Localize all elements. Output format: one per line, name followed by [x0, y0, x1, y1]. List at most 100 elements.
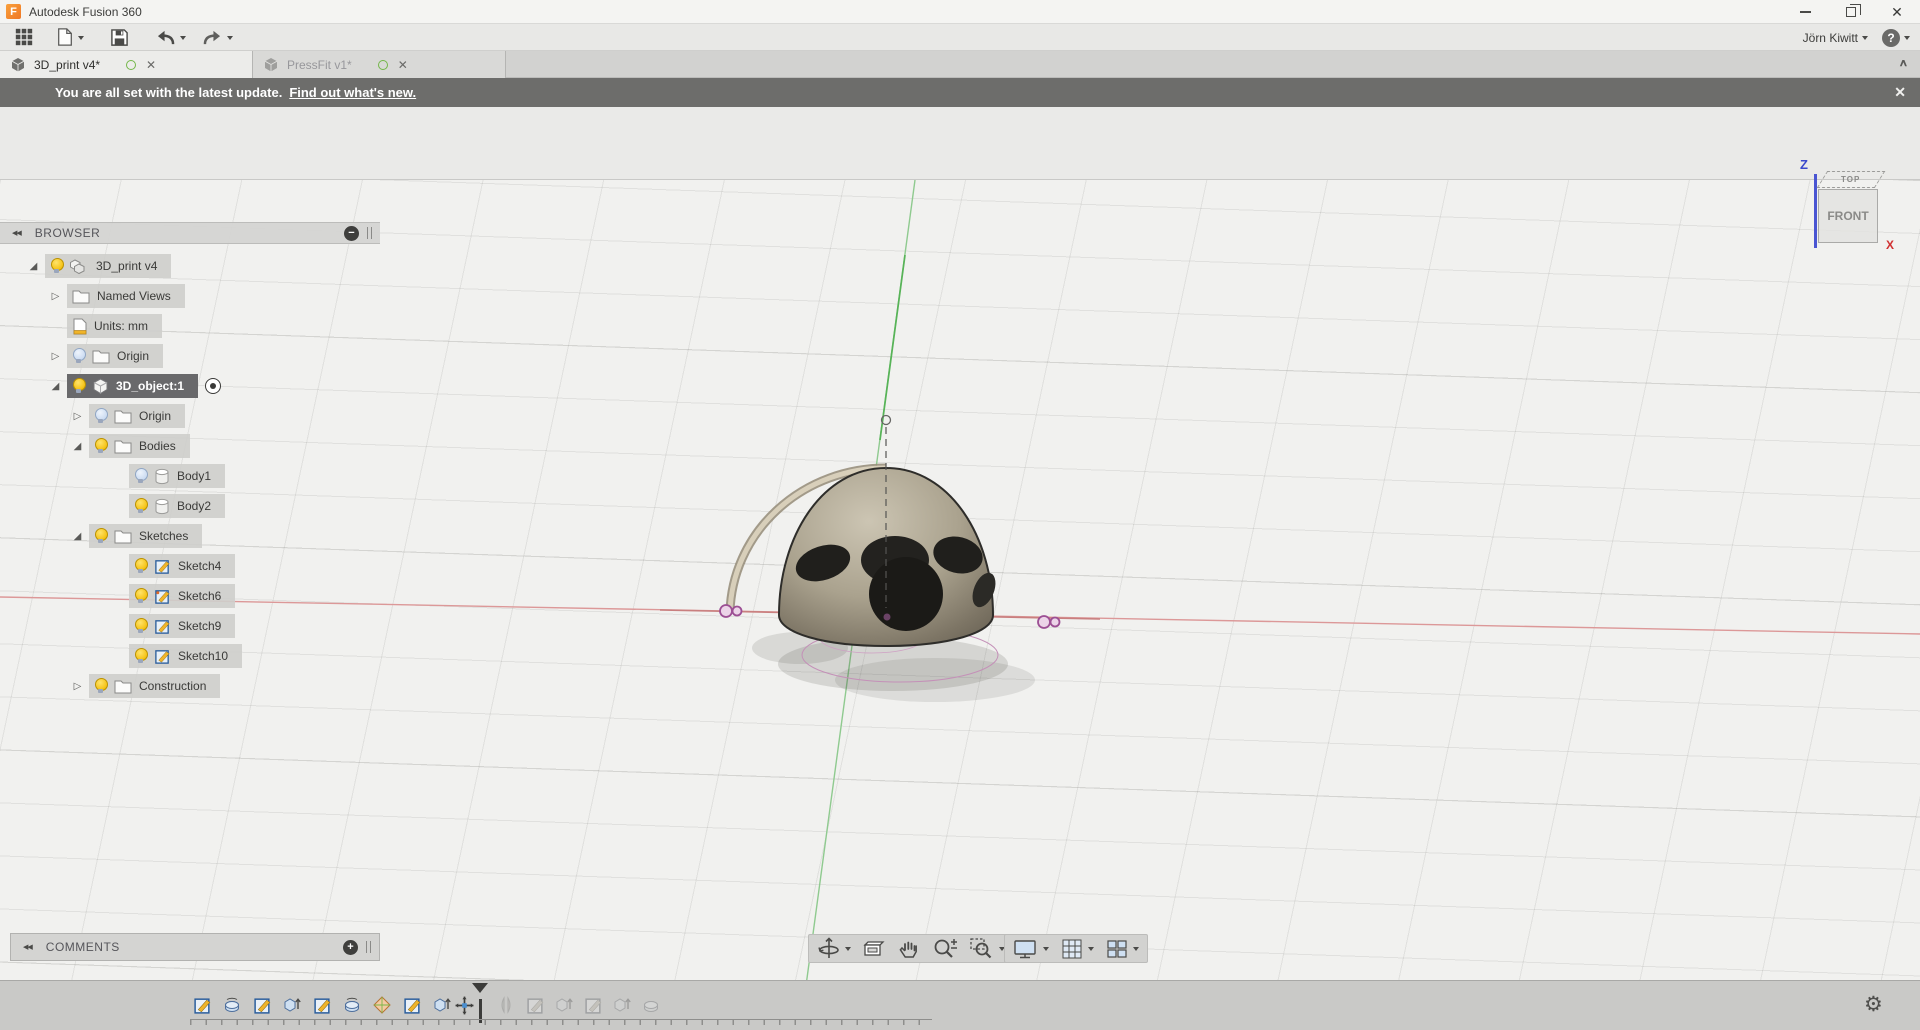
- user-menu[interactable]: Jörn Kiwitt: [1803, 31, 1868, 45]
- timeline-feature-extrude[interactable]: [280, 993, 304, 1017]
- timeline-feature-revolve-suppressed[interactable]: [639, 993, 663, 1017]
- visibility-bulb-icon[interactable]: [134, 648, 148, 664]
- look-at-tool[interactable]: [862, 937, 886, 961]
- settings-gear-icon[interactable]: ⚙: [1864, 992, 1883, 1017]
- browser-minimize-icon[interactable]: −: [344, 225, 359, 241]
- expand-arrow-icon[interactable]: ▷: [48, 291, 63, 302]
- orbit-tool[interactable]: [817, 936, 851, 961]
- tree-row-sketch4[interactable]: Sketch4: [110, 554, 236, 578]
- timeline-feature-sketch[interactable]: [400, 993, 424, 1017]
- timeline-ruler[interactable]: [190, 1019, 932, 1025]
- zoom-tool[interactable]: [932, 937, 958, 961]
- tree-row-body2[interactable]: Body2: [110, 494, 226, 518]
- folder-icon: [114, 410, 132, 423]
- visibility-bulb-icon[interactable]: [134, 618, 148, 634]
- add-comment-icon[interactable]: +: [343, 939, 358, 955]
- visibility-bulb-icon[interactable]: [94, 438, 108, 454]
- tree-row-units[interactable]: Units: mm: [48, 314, 162, 338]
- app-grid-button[interactable]: [14, 27, 34, 47]
- restore-button[interactable]: [1828, 0, 1874, 24]
- timeline-feature-sketch-suppressed[interactable]: [581, 993, 605, 1017]
- minimize-button[interactable]: [1782, 0, 1828, 24]
- zoom-window-tool[interactable]: [969, 937, 1005, 961]
- expand-arrow-icon[interactable]: ▷: [70, 681, 85, 692]
- timeline-feature-extrude-suppressed[interactable]: [610, 993, 634, 1017]
- visibility-bulb-icon[interactable]: [94, 408, 108, 424]
- timeline-feature-patch[interactable]: [370, 993, 394, 1017]
- tree-row-origin-child[interactable]: ▷ Origin: [70, 404, 186, 428]
- undo-button[interactable]: [155, 29, 186, 46]
- viewcube-top-face[interactable]: TOP: [1816, 171, 1886, 188]
- collapse-tabs-chevron-icon[interactable]: ∧: [1898, 57, 1908, 69]
- timeline-feature-sketch-suppressed[interactable]: [523, 993, 547, 1017]
- tab-close-icon[interactable]: ✕: [398, 58, 408, 72]
- user-name: Jörn Kiwitt: [1802, 30, 1858, 45]
- tab-status-icon[interactable]: [126, 59, 137, 70]
- viewcube-front-face[interactable]: FRONT: [1818, 189, 1878, 243]
- expand-arrow-icon[interactable]: ◢: [70, 441, 85, 452]
- collapse-browser-icon[interactable]: ◀◀: [12, 229, 22, 237]
- tab-close-icon[interactable]: ✕: [146, 58, 156, 72]
- visibility-bulb-icon[interactable]: [72, 348, 86, 364]
- timeline-feature-mirror-suppressed[interactable]: [494, 993, 518, 1017]
- notification-close-icon[interactable]: ✕: [1894, 84, 1906, 101]
- file-menu-button[interactable]: [56, 27, 84, 47]
- timeline-feature-revolve[interactable]: [220, 993, 244, 1017]
- model-scene[interactable]: [0, 180, 1920, 1030]
- tree-row-sketch6[interactable]: Sketch6: [110, 584, 236, 608]
- tree-row-body1[interactable]: Body1: [110, 464, 226, 488]
- expand-arrow-icon[interactable]: ◢: [70, 531, 85, 542]
- help-menu[interactable]: ?: [1882, 28, 1910, 47]
- tree-row-construction[interactable]: ▷ Construction: [70, 674, 221, 698]
- visibility-bulb-icon[interactable]: [134, 558, 148, 574]
- visibility-bulb-icon[interactable]: [72, 378, 86, 394]
- expand-arrow-icon[interactable]: ◢: [48, 381, 63, 392]
- timeline-feature-sketch[interactable]: [310, 993, 334, 1017]
- grid-caret-icon: [1088, 947, 1094, 954]
- visibility-bulb-icon[interactable]: [94, 528, 108, 544]
- tab-status-icon[interactable]: [377, 59, 388, 70]
- browser-drag-handle[interactable]: [367, 227, 372, 239]
- comments-panel-header: ◀◀ COMMENTS +: [10, 933, 380, 961]
- tree-row-named-views[interactable]: ▷ Named Views: [48, 284, 185, 308]
- visibility-bulb-icon[interactable]: [134, 588, 148, 604]
- tree-row-sketch9[interactable]: Sketch9: [110, 614, 236, 638]
- pan-hand-icon: [899, 941, 917, 958]
- visibility-bulb-icon[interactable]: [134, 498, 148, 514]
- whats-new-link[interactable]: Find out what's new.: [289, 85, 416, 100]
- timeline-feature-sketch[interactable]: [250, 993, 274, 1017]
- timeline-feature-extrude-suppressed[interactable]: [552, 993, 576, 1017]
- folder-icon: [114, 440, 132, 453]
- redo-button[interactable]: [202, 29, 233, 46]
- viewports-settings[interactable]: [1105, 937, 1139, 961]
- timeline-playhead[interactable]: [472, 983, 488, 1023]
- grid-settings[interactable]: [1060, 937, 1094, 961]
- tree-row-bodies[interactable]: ◢ Bodies: [70, 434, 190, 458]
- help-caret-icon: [1904, 36, 1910, 43]
- tab-3d-print-v4[interactable]: 3D_print v4* ✕: [0, 51, 253, 78]
- expand-arrow-icon[interactable]: ◢: [26, 261, 41, 272]
- tree-row-origin[interactable]: ▷ Origin: [48, 344, 164, 368]
- expand-arrow-icon[interactable]: ▷: [70, 411, 85, 422]
- timeline-feature-extrude[interactable]: [430, 993, 454, 1017]
- tree-row-sketches[interactable]: ◢ Sketches: [70, 524, 203, 548]
- collapse-comments-icon[interactable]: ◀◀: [23, 943, 33, 951]
- timeline-feature-sketch[interactable]: [190, 993, 214, 1017]
- tree-row-root[interactable]: ◢ 3D_print v4: [26, 254, 172, 278]
- display-toolbar: [1004, 934, 1148, 963]
- save-button[interactable]: [110, 28, 129, 47]
- activate-component-radio[interactable]: [205, 378, 222, 394]
- close-button[interactable]: ✕: [1874, 0, 1920, 24]
- visibility-bulb-icon[interactable]: [50, 258, 64, 274]
- expand-arrow-icon[interactable]: ▷: [48, 351, 63, 362]
- visibility-bulb-icon[interactable]: [94, 678, 108, 694]
- navigation-toolbar: [808, 934, 1014, 963]
- display-settings[interactable]: [1013, 937, 1049, 961]
- tree-row-3d-object[interactable]: ◢ 3D_object:1: [48, 374, 222, 398]
- visibility-bulb-icon[interactable]: [134, 468, 148, 484]
- comments-drag-handle[interactable]: [366, 941, 371, 953]
- tree-row-sketch10[interactable]: Sketch10: [110, 644, 243, 668]
- tab-pressfit-v1[interactable]: PressFit v1* ✕: [253, 51, 506, 78]
- timeline-feature-revolve[interactable]: [340, 993, 364, 1017]
- pan-tool[interactable]: [897, 937, 921, 961]
